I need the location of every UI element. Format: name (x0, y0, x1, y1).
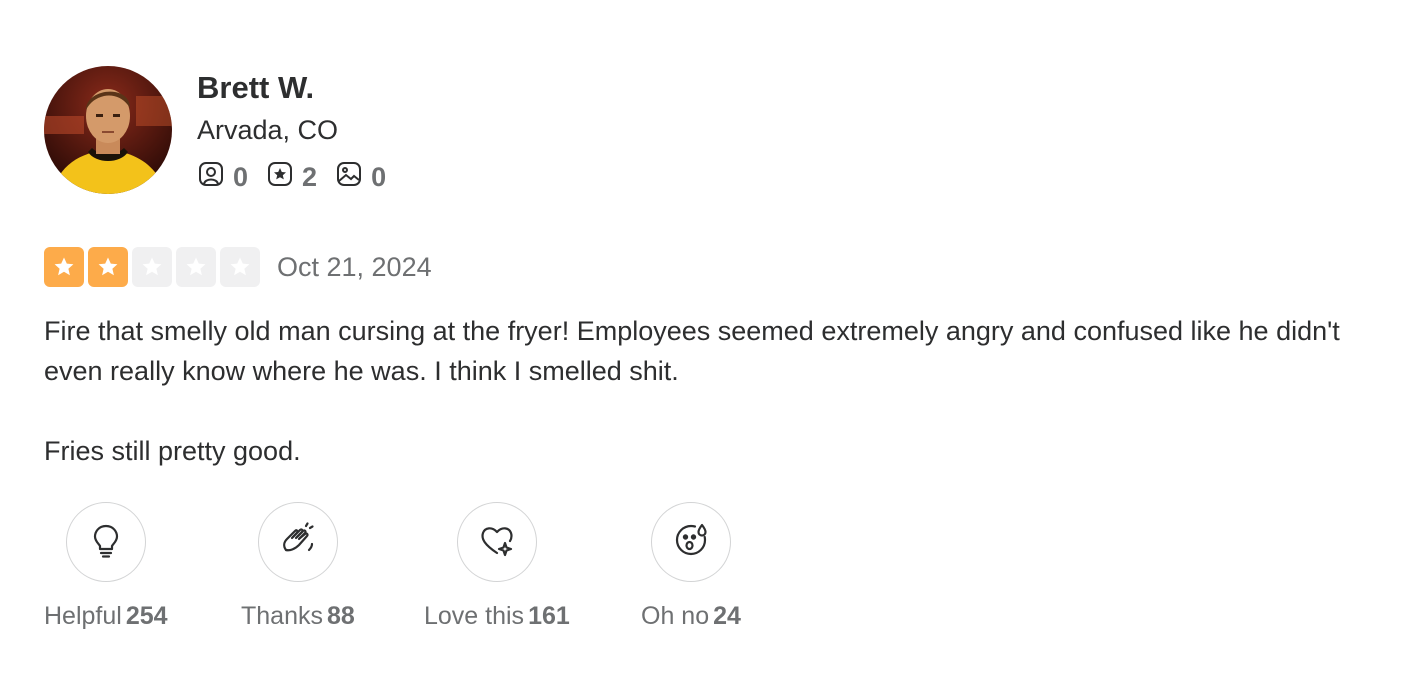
reaction-label-oh-no: Oh no 24 (641, 602, 741, 631)
oh-no-label: Oh no (641, 602, 710, 630)
helpful-label: Helpful (44, 602, 122, 630)
user-header: Brett W. Arvada, CO 0 2 0 (44, 66, 1384, 195)
star-icon (54, 257, 74, 276)
user-name[interactable]: Brett W. (197, 68, 404, 108)
avatar[interactable] (44, 66, 172, 194)
review-paragraph: Fries still pretty good. (44, 436, 301, 466)
helpful-button[interactable] (65, 502, 146, 582)
helpful-count: 254 (125, 602, 168, 630)
reviews-stat: 2 (266, 160, 317, 195)
reaction-label-love: Love this 161 (424, 602, 570, 631)
star-empty (176, 247, 216, 287)
star-empty (220, 247, 260, 287)
love-this-label: Love this (424, 602, 525, 630)
surprised-face-icon (671, 520, 711, 565)
reaction-oh-no[interactable]: Oh no 24 (641, 502, 741, 631)
reaction-thanks[interactable]: Thanks 88 (241, 502, 355, 631)
review-text: Fire that smelly old man cursing at the … (44, 311, 1374, 471)
love-this-count: 161 (528, 602, 570, 630)
star-icon (186, 257, 206, 276)
star-icon (142, 257, 162, 276)
photo-icon (335, 160, 371, 195)
heart-sparkle-icon (477, 520, 517, 565)
review-date: Oct 21, 2024 (277, 251, 432, 282)
thanks-label: Thanks (241, 602, 323, 630)
love-this-button[interactable] (456, 502, 537, 582)
review-star-icon (266, 160, 302, 195)
star-filled (88, 247, 128, 287)
user-location: Arvada, CO (197, 115, 339, 145)
reaction-love[interactable]: Love this 161 (424, 502, 570, 631)
oh-no-count: 24 (713, 602, 741, 630)
friends-count: 0 (233, 162, 249, 192)
photos-count: 0 (371, 162, 387, 192)
thanks-count: 88 (326, 602, 355, 630)
friends-stat: 0 (197, 160, 248, 195)
star-rating (44, 247, 264, 287)
review-paragraph: Fire that smelly old man cursing at the … (44, 316, 1340, 386)
reaction-label-thanks: Thanks 88 (241, 602, 355, 631)
star-empty (132, 247, 172, 287)
oh-no-button[interactable] (650, 502, 731, 582)
rating-row: Oct 21, 2024 (44, 247, 1384, 287)
reaction-helpful[interactable]: Helpful 254 (44, 502, 168, 631)
star-icon (230, 257, 250, 276)
reviews-count: 2 (302, 162, 318, 192)
user-stats: 0 2 0 (197, 160, 404, 195)
photos-stat: 0 (335, 160, 386, 195)
reactions-bar: Helpful 254 Thanks 88 Love this 161 Oh n… (44, 502, 844, 642)
friends-icon (197, 160, 233, 195)
thanks-button[interactable] (257, 502, 338, 582)
star-filled (44, 247, 84, 287)
lightbulb-icon (86, 520, 126, 565)
user-info: Brett W. Arvada, CO 0 2 0 (197, 66, 404, 195)
clapping-hands-icon (278, 520, 318, 565)
review-card: Brett W. Arvada, CO 0 2 0 Oct 21, 2024 F… (44, 66, 1384, 630)
star-icon (98, 257, 118, 276)
reaction-label-helpful: Helpful 254 (44, 602, 168, 631)
